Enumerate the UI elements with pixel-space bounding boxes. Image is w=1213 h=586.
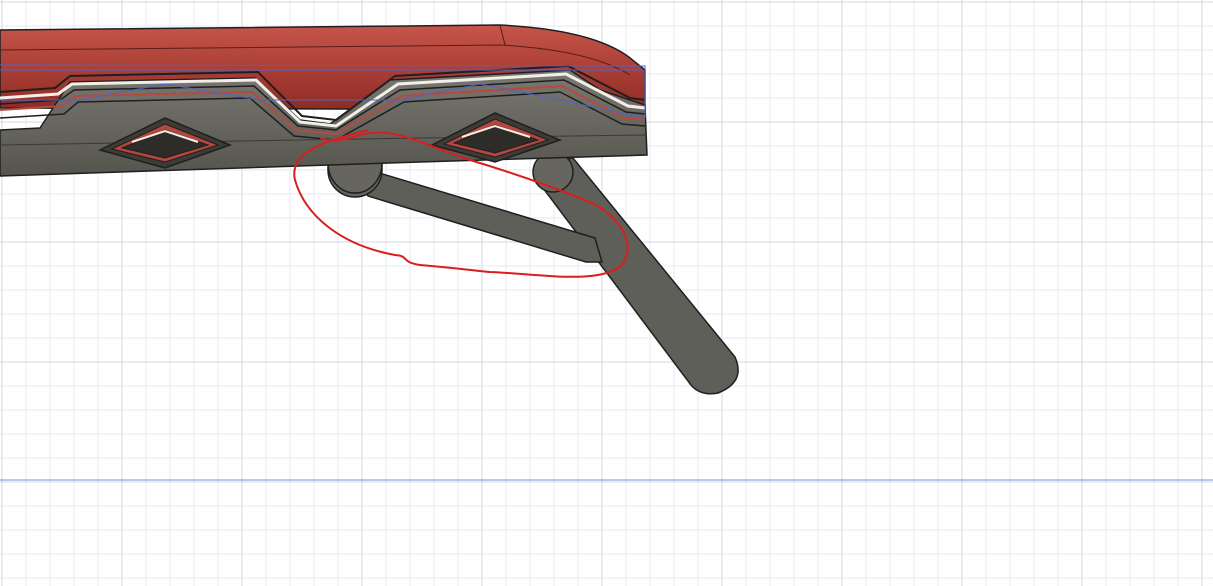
long-strut[interactable] bbox=[532, 151, 739, 395]
cad-canvas[interactable] bbox=[0, 0, 1213, 586]
cad-viewport[interactable] bbox=[0, 0, 1213, 586]
red-body[interactable] bbox=[0, 24, 648, 177]
